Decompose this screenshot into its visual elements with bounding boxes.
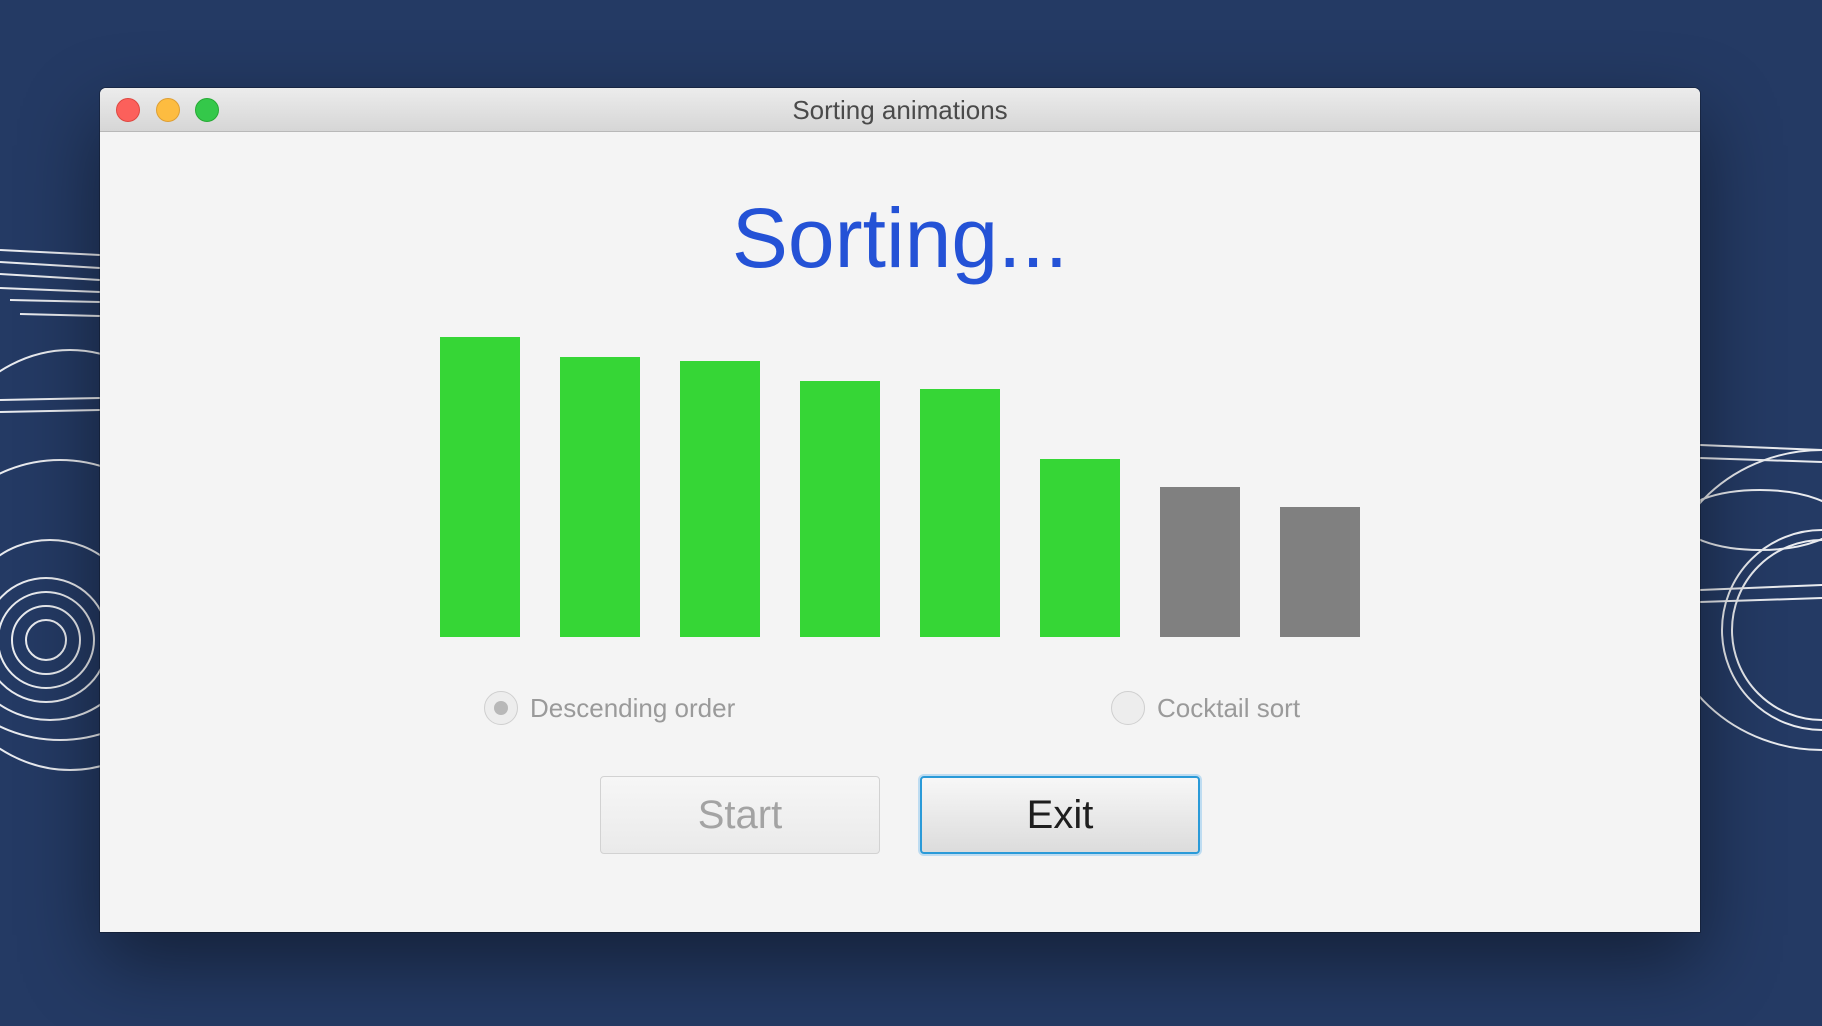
array-bar-5: [920, 389, 1000, 637]
array-bar-1: [440, 337, 520, 637]
cocktail-sort-radio-circle[interactable]: [1111, 691, 1145, 725]
app-window: Sorting animations Sorting... Descending…: [100, 88, 1700, 932]
cocktail-sort-label: Cocktail sort: [1157, 692, 1301, 723]
array-bar-4: [800, 381, 880, 637]
array-bar-7: [1160, 487, 1240, 637]
cocktail-sort-radio[interactable]: Cocktail sort: [1111, 688, 1300, 728]
array-bar-8: [1280, 507, 1360, 637]
array-bar-6: [1040, 459, 1120, 637]
start-button[interactable]: Start: [600, 776, 880, 854]
descending-order-label: Descending order: [530, 692, 736, 723]
exit-button[interactable]: Exit: [920, 776, 1200, 854]
descending-order-radio-circle[interactable]: [484, 691, 518, 725]
array-bar-2: [560, 357, 640, 637]
window-title: Sorting animations: [792, 95, 1008, 125]
radio-selected-dot: [494, 701, 508, 715]
title-bar[interactable]: Sorting animations: [100, 88, 1700, 132]
descending-order-radio[interactable]: Descending order: [484, 688, 735, 728]
status-heading: Sorting...: [731, 191, 1069, 285]
array-bar-3: [680, 361, 760, 637]
left-stripes-decoration: [0, 249, 101, 413]
